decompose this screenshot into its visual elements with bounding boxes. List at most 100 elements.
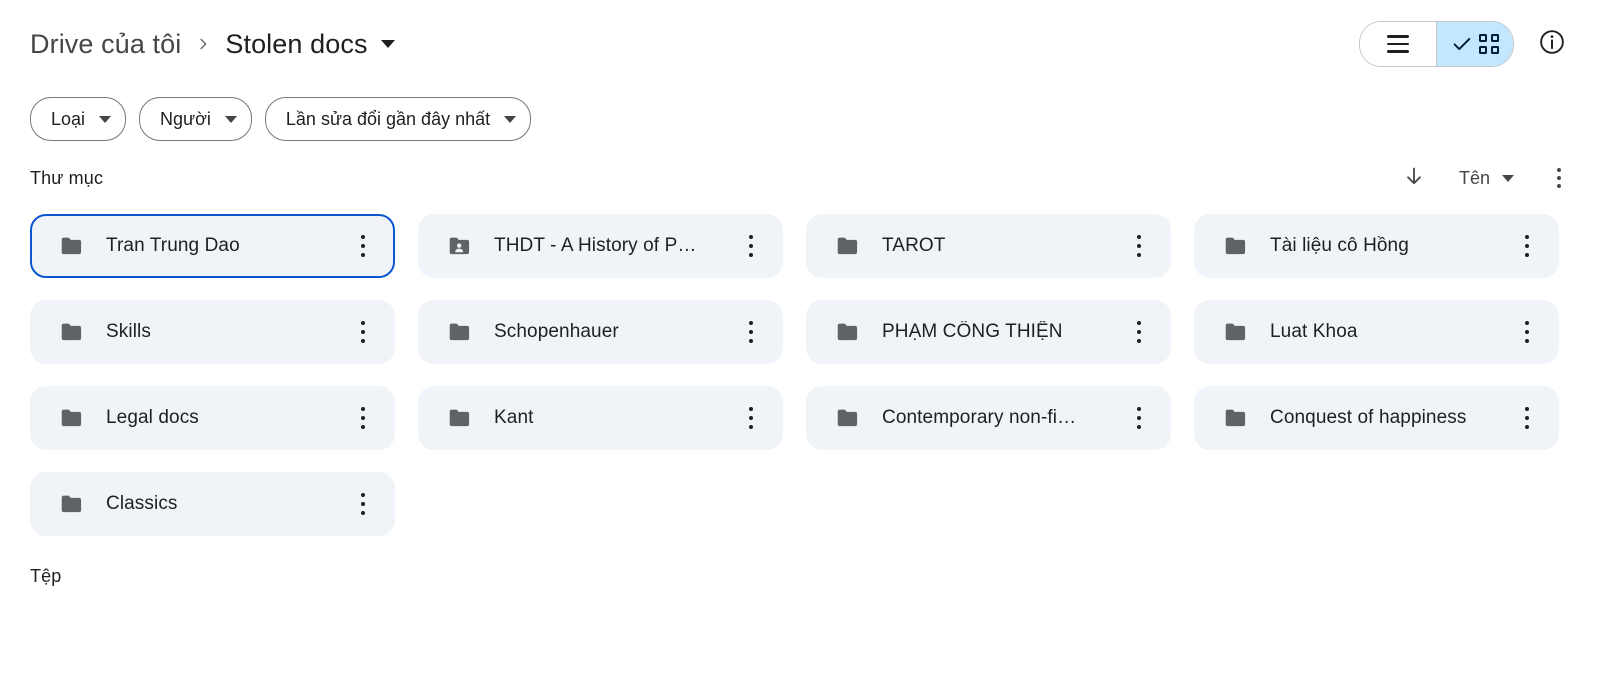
folder-overflow-menu-button[interactable] [1507, 312, 1547, 352]
more-vert-icon [748, 338, 754, 344]
breadcrumb: Drive của tôi Stolen docs [30, 29, 1359, 60]
folder-icon [1222, 232, 1250, 260]
folder-icon [58, 404, 86, 432]
more-vert-icon [1556, 184, 1562, 189]
folder-overflow-menu-button[interactable] [1507, 398, 1547, 438]
folder-card[interactable]: THDT - A History of P… [418, 214, 783, 278]
chevron-down-icon [504, 115, 517, 123]
filter-chip-type[interactable]: Loại [30, 97, 127, 141]
folder-grid: Tran Trung Dao THDT - A History of P… TA… [0, 206, 1600, 536]
arrow-down-icon [1402, 164, 1426, 193]
folder-card[interactable]: Skills [30, 300, 395, 364]
more-vert-icon [1524, 320, 1530, 326]
folder-card[interactable]: Tài liệu cô Hồng [1194, 214, 1559, 278]
files-section-title: Tệp [30, 566, 62, 586]
more-vert-icon [1136, 415, 1142, 421]
more-vert-icon [1524, 243, 1530, 249]
more-vert-icon [360, 510, 366, 516]
more-vert-icon [1136, 406, 1142, 412]
more-vert-icon [748, 415, 754, 421]
check-icon [1451, 33, 1473, 55]
folder-card[interactable]: Conquest of happiness [1194, 386, 1559, 450]
more-vert-icon [1136, 424, 1142, 430]
more-vert-icon [360, 415, 366, 421]
more-vert-icon [1136, 252, 1142, 258]
folder-icon [1222, 318, 1250, 346]
more-vert-icon [1524, 252, 1530, 258]
more-vert-icon [748, 424, 754, 430]
folder-overflow-menu-button[interactable] [343, 226, 383, 266]
sort-field-button[interactable]: Tên [1453, 164, 1520, 193]
more-vert-icon [1556, 175, 1562, 181]
grid-view-button[interactable] [1436, 22, 1513, 66]
more-vert-icon [360, 424, 366, 430]
folders-sort-controls: Tên [1397, 161, 1576, 195]
folder-overflow-menu-button[interactable] [343, 312, 383, 352]
folder-name-label: Conquest of happiness [1270, 407, 1467, 428]
chevron-down-icon [99, 115, 112, 123]
folder-card[interactable]: PHẠM CÔNG THIỆN [806, 300, 1171, 364]
folder-overflow-menu-button[interactable] [1119, 398, 1159, 438]
more-vert-icon [1524, 329, 1530, 335]
folder-name-label: Contemporary non-fi… [882, 407, 1077, 428]
list-view-button[interactable] [1360, 22, 1436, 66]
breadcrumb-current-folder[interactable]: Stolen docs [225, 28, 395, 60]
folder-overflow-menu-button[interactable] [343, 398, 383, 438]
folder-overflow-menu-button[interactable] [343, 484, 383, 524]
grid-view-icon [1479, 34, 1499, 54]
more-vert-icon [1524, 234, 1530, 240]
info-icon [1538, 28, 1566, 61]
breadcrumb-current-label: Stolen docs [225, 28, 368, 59]
sort-field-label: Tên [1458, 167, 1490, 188]
more-vert-icon [360, 329, 366, 335]
folder-card[interactable]: Luat Khoa [1194, 300, 1559, 364]
folder-card[interactable]: Classics [30, 472, 395, 536]
folder-overflow-menu-button[interactable] [1119, 312, 1159, 352]
folder-overflow-menu-button[interactable] [731, 312, 771, 352]
chevron-down-icon [380, 40, 395, 48]
folder-icon [446, 404, 474, 432]
folder-card[interactable]: TAROT [806, 214, 1171, 278]
folder-card[interactable]: Kant [418, 386, 783, 450]
folder-name-label: TAROT [882, 235, 946, 256]
more-vert-icon [1136, 329, 1142, 335]
folder-icon [834, 232, 862, 260]
folder-card[interactable]: Tran Trung Dao [30, 214, 395, 278]
folder-card[interactable]: Schopenhauer [418, 300, 783, 364]
folder-name-label: Luat Khoa [1270, 321, 1358, 342]
filter-chip-people[interactable]: Người [139, 97, 252, 141]
folder-name-label: Schopenhauer [494, 321, 619, 342]
more-vert-icon [748, 406, 754, 412]
folders-section-header: Thư mục Tên [0, 150, 1600, 206]
folder-icon [446, 318, 474, 346]
folder-icon [58, 232, 86, 260]
folder-name-label: PHẠM CÔNG THIỆN [882, 321, 1063, 342]
more-vert-icon [1524, 406, 1530, 412]
folder-overflow-menu-button[interactable] [1507, 226, 1547, 266]
sort-direction-button[interactable] [1397, 161, 1431, 195]
more-vert-icon [360, 492, 366, 498]
info-button[interactable] [1532, 24, 1572, 64]
files-section-header: Tệp [0, 536, 1600, 587]
folder-overflow-menu-button[interactable] [731, 398, 771, 438]
filter-chip-type-label: Loại [51, 108, 86, 129]
breadcrumb-separator-icon [195, 36, 211, 52]
header-actions [1359, 21, 1572, 67]
folder-icon [1222, 404, 1250, 432]
folder-overflow-menu-button[interactable] [731, 226, 771, 266]
folders-overflow-menu-button[interactable] [1542, 161, 1576, 195]
filter-chip-modified[interactable]: Lần sửa đổi gần đây nhất [264, 97, 532, 141]
more-vert-icon [360, 320, 366, 326]
more-vert-icon [748, 252, 754, 258]
folder-icon [58, 490, 86, 518]
more-vert-icon [1136, 234, 1142, 240]
folder-name-label: Legal docs [106, 407, 199, 428]
breadcrumb-root-link[interactable]: Drive của tôi [30, 29, 181, 60]
more-vert-icon [748, 243, 754, 249]
folder-overflow-menu-button[interactable] [1119, 226, 1159, 266]
more-vert-icon [360, 234, 366, 240]
more-vert-icon [748, 234, 754, 240]
more-vert-icon [1524, 338, 1530, 344]
folder-card[interactable]: Contemporary non-fi… [806, 386, 1171, 450]
folder-card[interactable]: Legal docs [30, 386, 395, 450]
